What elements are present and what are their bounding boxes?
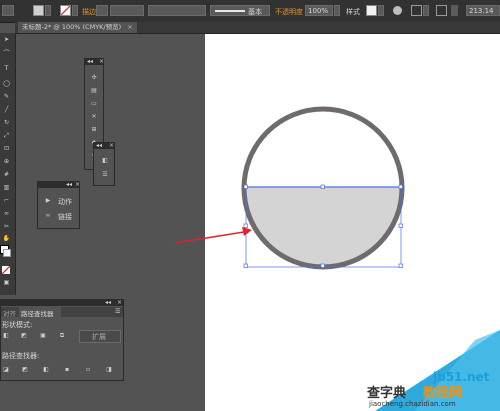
watermark-url: jiaocheng.chazidian.com [369, 400, 456, 408]
watermark: jb51.net 查字典 教程网 jiaocheng.chazidian.com [355, 330, 500, 411]
half-fill-shape[interactable] [246, 187, 401, 267]
watermark-brand-right: 教程网 [423, 386, 463, 401]
red-arrow-annotation [174, 227, 252, 244]
watermark-brand-left: 查字典 [367, 386, 407, 401]
